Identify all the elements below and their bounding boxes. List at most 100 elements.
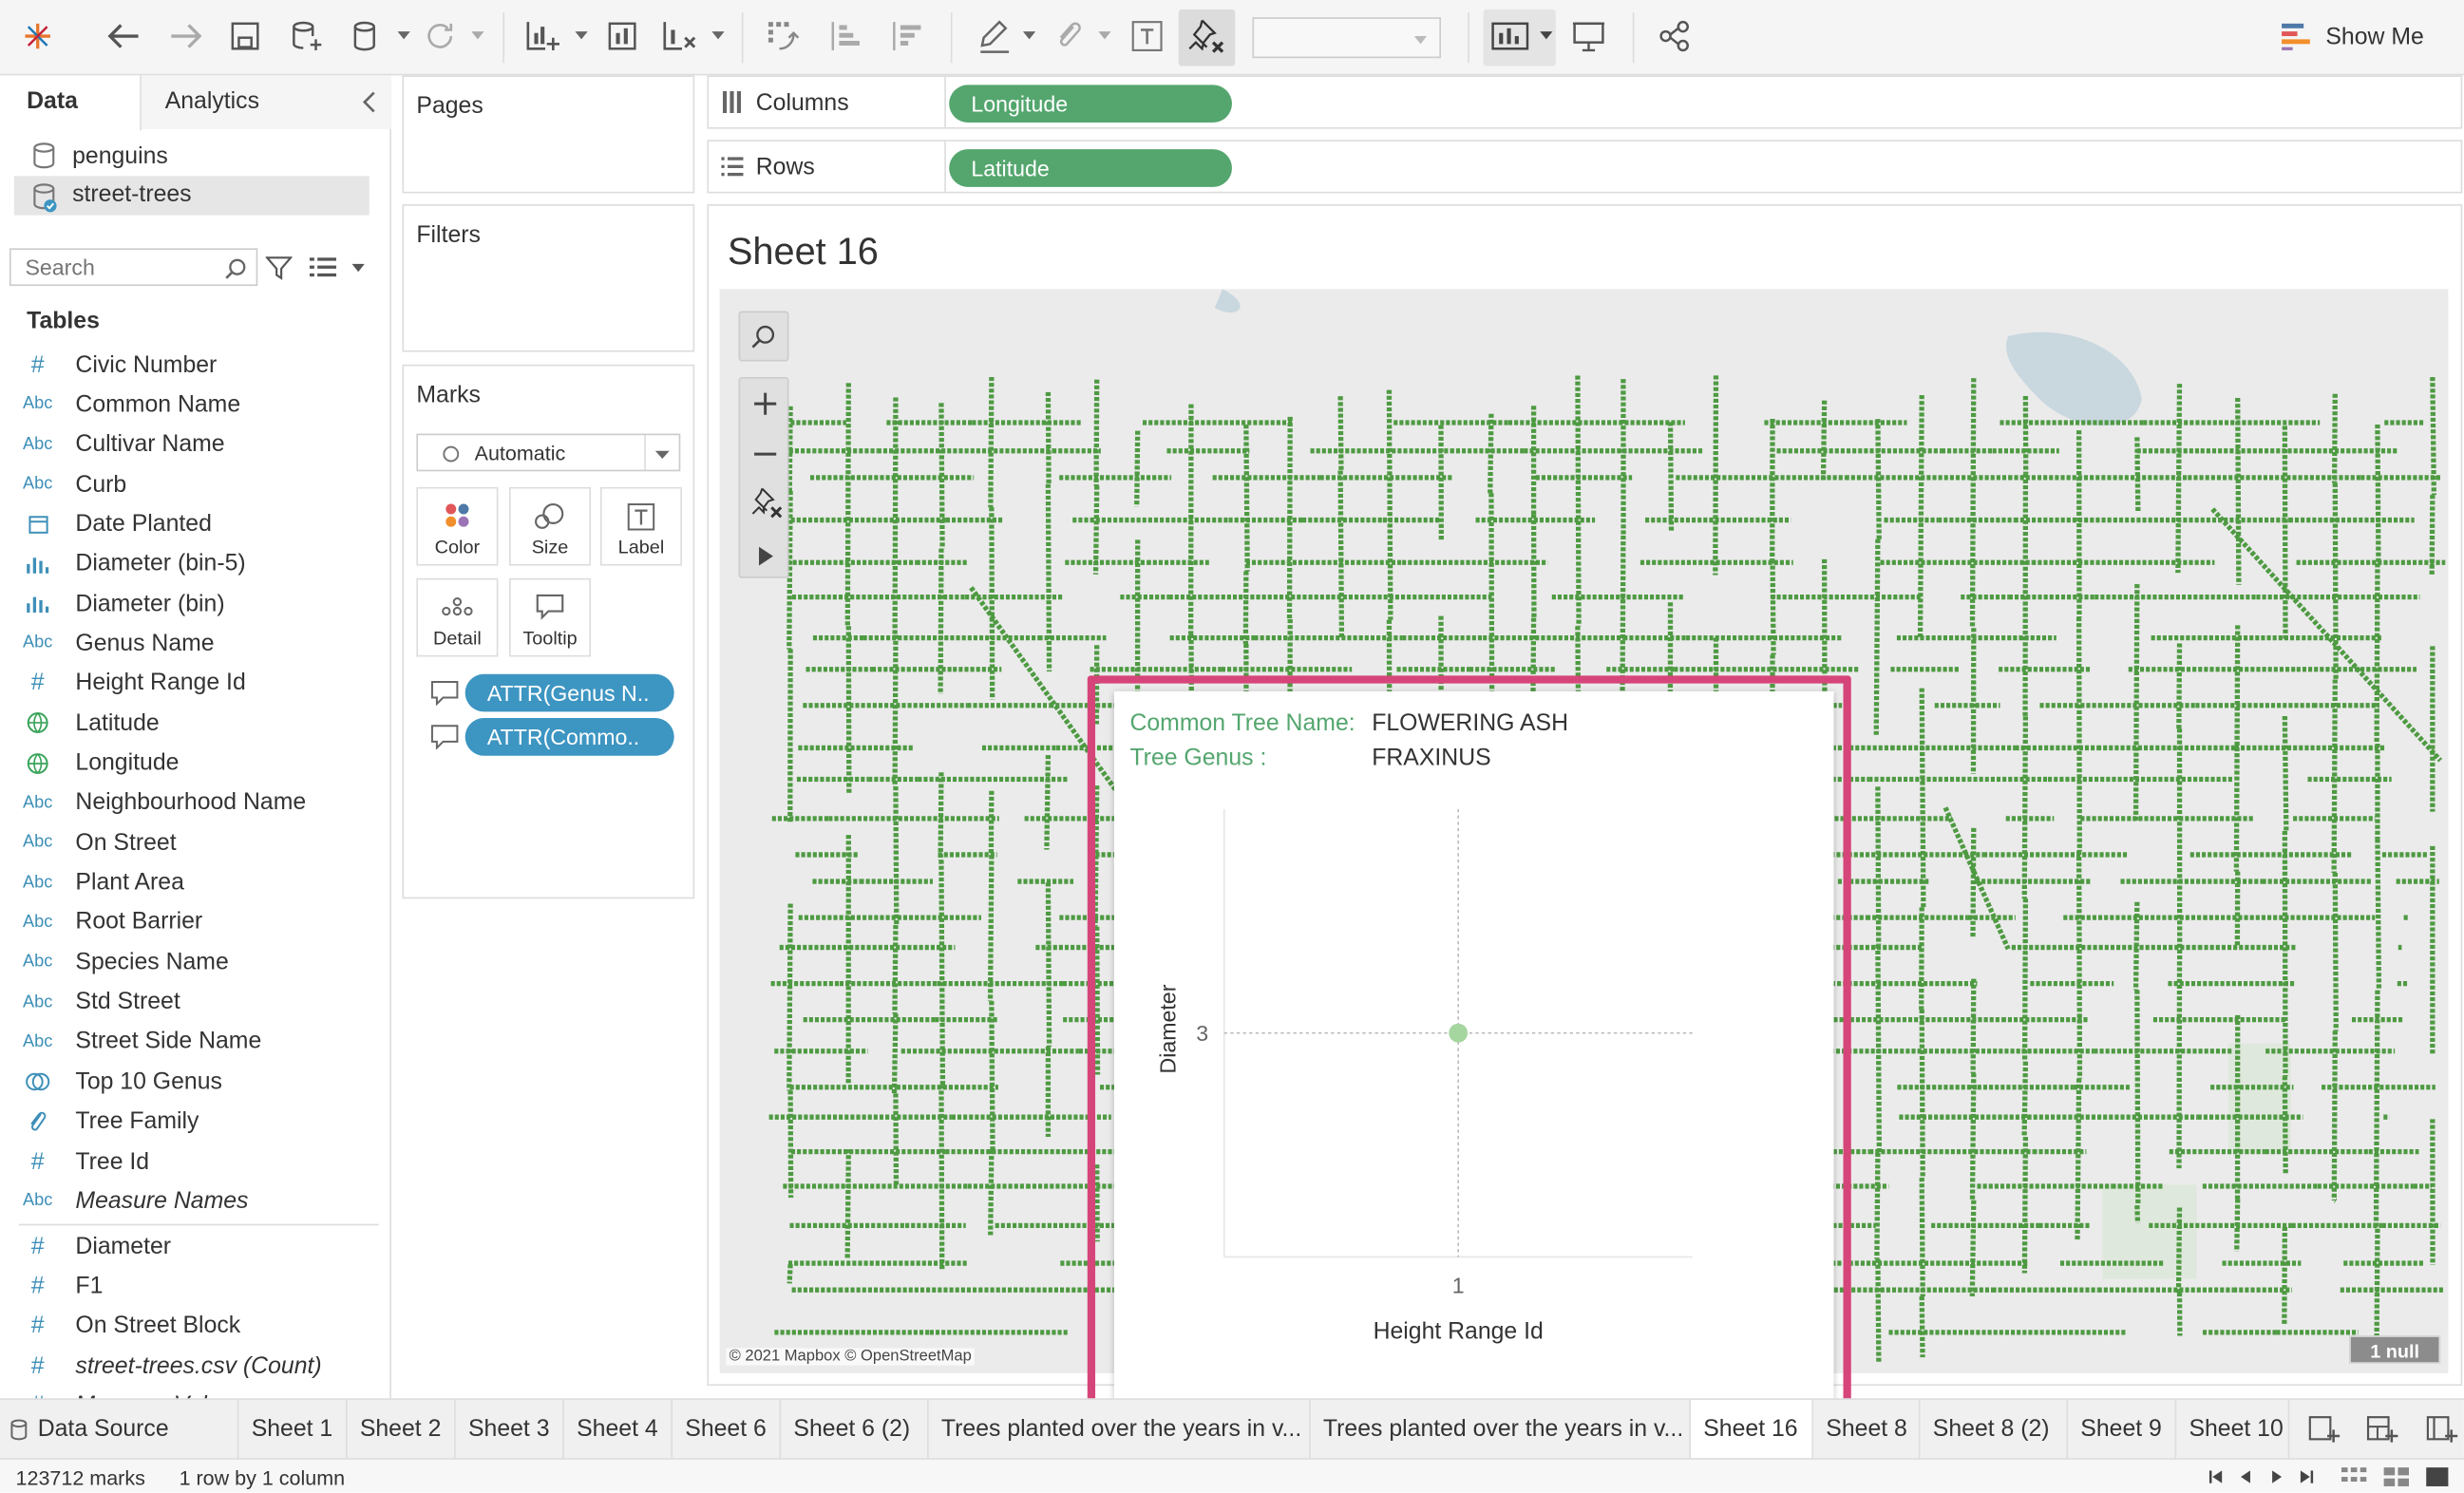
new-worksheet-icon[interactable]	[521, 16, 562, 57]
show-labels-icon[interactable]	[1127, 16, 1167, 57]
field-item[interactable]: Top 10 Genus	[0, 1063, 391, 1101]
sheet-tab[interactable]: Sheet 10	[2176, 1399, 2290, 1460]
field-item[interactable]: Abc Plant Area	[0, 863, 391, 901]
pin-map-icon[interactable]	[749, 485, 784, 520]
field-item[interactable]: Abc On Street	[0, 823, 391, 861]
chevron-down-icon[interactable]	[397, 28, 410, 41]
map-search-button[interactable]	[738, 311, 789, 362]
new-story-icon[interactable]	[2426, 1416, 2458, 1445]
field-item[interactable]: Abc Cultivar Name	[0, 425, 391, 463]
zoom-in-icon[interactable]	[752, 391, 777, 416]
datasource-item-street-trees[interactable]: street-trees	[13, 176, 370, 216]
field-item[interactable]: # On Street Block	[0, 1307, 391, 1345]
sheet-sorter-icon[interactable]	[2341, 1465, 2367, 1487]
sheet-tab[interactable]: Sheet 6 (2)	[781, 1399, 929, 1460]
color-button[interactable]: Color	[416, 486, 499, 566]
search-field[interactable]	[9, 248, 258, 287]
longitude-pill[interactable]: Longitude	[949, 85, 1232, 123]
field-item[interactable]: # street-trees.csv (Count)	[0, 1347, 391, 1385]
sheet-tab[interactable]: Sheet 9	[2068, 1399, 2177, 1460]
sheet-tab[interactable]: Sheet 6	[673, 1399, 782, 1460]
mark-type-dropdown[interactable]: Automatic	[416, 433, 681, 472]
new-dashboard-icon[interactable]	[2366, 1416, 2398, 1445]
filter-icon[interactable]	[265, 255, 293, 281]
new-worksheet-icon[interactable]	[2308, 1416, 2341, 1445]
share-icon[interactable]	[1655, 16, 1696, 57]
field-item[interactable]: Abc Std Street	[0, 983, 391, 1021]
field-item[interactable]: # Diameter	[0, 1227, 391, 1265]
field-item[interactable]: Abc Measure Names	[0, 1182, 391, 1220]
field-item[interactable]: Diameter (bin-5)	[0, 545, 391, 583]
size-button[interactable]: Size	[508, 486, 592, 566]
view-list-icon[interactable]	[309, 256, 338, 278]
tab-data-source[interactable]: Data Source	[0, 1399, 239, 1460]
sheet-tab[interactable]: Trees planted over the years in v...	[929, 1399, 1311, 1460]
tooltip-button[interactable]: Tooltip	[508, 577, 592, 657]
field-item[interactable]: Abc Species Name	[0, 943, 391, 981]
field-item[interactable]: # Tree Id	[0, 1143, 391, 1181]
field-item[interactable]: Abc Neighbourhood Name	[0, 784, 391, 822]
tab-data[interactable]: Data	[0, 75, 142, 131]
field-item[interactable]: # Civic Number	[0, 346, 391, 384]
collapse-chevron-icon[interactable]	[361, 91, 377, 113]
save-icon[interactable]	[225, 16, 266, 57]
rows-shelf[interactable]: Rows Latitude	[707, 140, 2463, 194]
expand-toolbar-icon[interactable]	[756, 545, 775, 567]
swap-rows-columns-icon[interactable]	[762, 16, 803, 57]
zoom-out-icon[interactable]	[752, 442, 777, 466]
clear-sheet-icon[interactable]	[658, 16, 699, 57]
sheet-tab[interactable]: Trees planted over the years in v...	[1311, 1399, 1692, 1460]
field-item[interactable]: Longitude	[0, 744, 391, 782]
pages-card[interactable]: Pages	[402, 75, 695, 194]
filters-card[interactable]: Filters	[402, 204, 695, 352]
show-cards-icon[interactable]	[1489, 16, 1530, 57]
chevron-down-icon[interactable]	[1098, 28, 1111, 41]
field-item[interactable]: Abc Curb	[0, 465, 391, 503]
new-datasource-icon[interactable]	[286, 16, 327, 57]
scatter-point[interactable]	[1449, 1023, 1469, 1043]
tableau-logo-icon[interactable]	[17, 16, 58, 57]
latitude-pill[interactable]: Latitude	[949, 149, 1232, 187]
tabs-view-icon[interactable]	[2425, 1465, 2450, 1487]
marks-pill-genus[interactable]: ATTR(Genus N..	[464, 673, 674, 712]
sheet-tab[interactable]: Sheet 1	[238, 1399, 348, 1460]
field-item[interactable]: Abc Street Side Name	[0, 1023, 391, 1061]
chevron-down-icon[interactable]	[575, 28, 588, 41]
datasource-icon[interactable]	[344, 16, 385, 57]
chevron-down-icon[interactable]	[1022, 28, 1036, 41]
field-item[interactable]: # F1	[0, 1267, 391, 1305]
sheet-tab[interactable]: Sheet 8	[1813, 1399, 1921, 1460]
sheet-tab[interactable]: Sheet 3	[456, 1399, 564, 1460]
sheet-tab[interactable]: Sheet 2	[348, 1399, 456, 1460]
field-item[interactable]: Latitude	[0, 704, 391, 742]
field-item[interactable]: Abc Genus Name	[0, 624, 391, 662]
filmstrip-icon[interactable]	[2383, 1465, 2410, 1487]
field-item[interactable]: Tree Family	[0, 1103, 391, 1141]
sort-ascending-icon[interactable]	[825, 16, 866, 57]
sheet-tab[interactable]: Sheet 4	[564, 1399, 673, 1460]
detail-button[interactable]: Detail	[416, 577, 499, 657]
undo-icon[interactable]	[104, 16, 144, 57]
refresh-icon[interactable]	[420, 16, 461, 57]
null-indicator[interactable]: 1 null	[2349, 1335, 2441, 1364]
chevron-down-icon[interactable]	[471, 28, 484, 41]
chevron-down-icon[interactable]	[711, 28, 725, 41]
sheet-tab[interactable]: Sheet 16	[1691, 1399, 1814, 1460]
duplicate-sheet-icon[interactable]	[602, 16, 643, 57]
sort-descending-icon[interactable]	[886, 16, 927, 57]
group-paperclip-icon[interactable]	[1048, 16, 1089, 57]
sheet-navigation-icon[interactable]	[2207, 1467, 2317, 1486]
field-item[interactable]: Abc Root Barrier	[0, 903, 391, 941]
datasource-item-penguins[interactable]: penguins	[31, 142, 168, 170]
chevron-down-icon[interactable]	[1540, 28, 1553, 41]
field-item[interactable]: # Height Range Id	[0, 664, 391, 702]
marks-pill-common[interactable]: ATTR(Commo..	[464, 718, 674, 756]
sheet-tab[interactable]: Sheet 8 (2)	[1921, 1399, 2069, 1460]
columns-shelf[interactable]: Columns Longitude	[707, 75, 2463, 129]
field-item[interactable]: Date Planted	[0, 505, 391, 543]
chevron-down-icon[interactable]	[351, 261, 365, 274]
highlight-pen-icon[interactable]	[975, 16, 1015, 57]
search-input[interactable]	[10, 250, 200, 285]
field-item[interactable]: Abc Common Name	[0, 386, 391, 424]
tab-analytics[interactable]: Analytics	[141, 75, 391, 129]
